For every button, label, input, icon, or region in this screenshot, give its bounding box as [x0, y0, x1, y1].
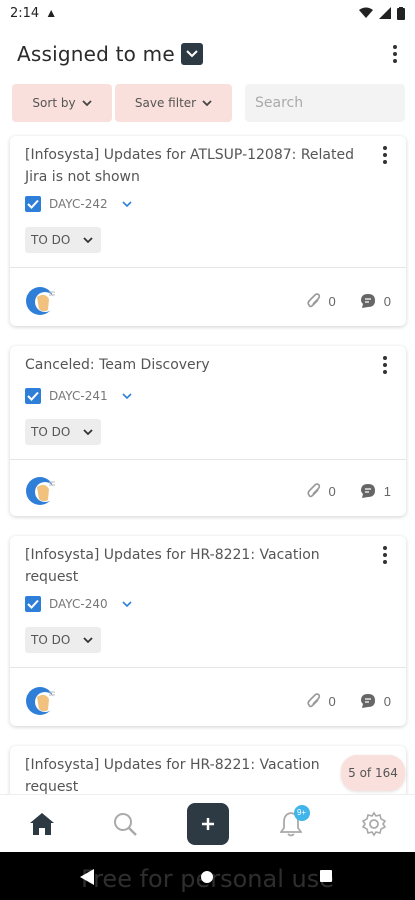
chevron-down-icon — [83, 428, 93, 435]
search-box — [245, 84, 405, 122]
nav-notifications[interactable]: 9+ — [270, 803, 312, 845]
status-bar: 2:14 ▲ — [0, 0, 415, 26]
notification-badge: 9+ — [293, 804, 310, 821]
warning-icon: ▲ — [45, 6, 58, 20]
watermark: Free for personal use — [81, 865, 334, 893]
page-title: Assigned to me — [17, 42, 175, 66]
avatar — [26, 477, 55, 505]
attachment-icon — [306, 293, 320, 308]
system-nav-bar: Free for personal use — [0, 852, 415, 900]
attachment-icon — [306, 483, 320, 498]
gear-icon — [361, 811, 386, 836]
avatar — [26, 287, 55, 315]
battery-icon — [397, 6, 405, 20]
card-counts: 0 0 — [306, 293, 391, 309]
issue-title: Canceled: Team Discovery — [25, 357, 210, 373]
chevron-down-icon — [81, 99, 92, 106]
status-label: TO DO — [31, 633, 71, 647]
chevron-down-icon — [83, 236, 93, 243]
issue-title: [Infosysta] Updates for ATLSUP-12087: Re… — [25, 147, 354, 185]
card-menu-button[interactable] — [380, 146, 390, 164]
attachment-icon — [306, 693, 320, 708]
nav-search[interactable] — [104, 803, 146, 845]
bottom-nav: 9+ — [0, 794, 415, 852]
comment-icon — [360, 484, 375, 498]
attachment-count: 0 — [328, 693, 336, 709]
home-icon — [29, 812, 54, 835]
chevron-down-icon — [186, 50, 198, 58]
status-dropdown[interactable]: TO DO — [25, 227, 101, 253]
card-menu-button[interactable] — [380, 546, 390, 564]
issue-key[interactable]: DAYC-240 — [49, 597, 108, 611]
card-counts: 0 0 — [306, 693, 391, 709]
issue-key-row: DAYC-240 — [25, 596, 132, 612]
status-label: TO DO — [31, 233, 71, 247]
issue-key[interactable]: DAYC-241 — [49, 389, 108, 403]
save-filter-label: Save filter — [134, 96, 197, 110]
status-label: TO DO — [31, 425, 71, 439]
signal-icon — [379, 7, 391, 19]
filter-dropdown-button[interactable] — [180, 43, 203, 65]
issue-title: [Infosysta] Updates for HR-8221: Vacatio… — [25, 547, 320, 585]
add-issue-button[interactable] — [186, 802, 229, 845]
checkbox-icon[interactable] — [25, 596, 41, 612]
attachment-count: 0 — [328, 483, 336, 499]
status-dropdown[interactable]: TO DO — [25, 419, 101, 445]
nav-home[interactable] — [21, 803, 63, 845]
filter-bar: Sort by Save filter — [12, 84, 405, 122]
checkbox-icon[interactable] — [25, 388, 41, 404]
chevron-down-icon — [202, 99, 212, 106]
pagination-indicator: 5 of 164 — [341, 755, 405, 791]
card-counts: 0 1 — [306, 483, 391, 499]
comment-count: 0 — [383, 293, 391, 309]
wifi-icon — [359, 7, 373, 18]
header: Assigned to me — [17, 36, 405, 72]
save-filter-button[interactable]: Save filter — [115, 84, 232, 122]
issue-key[interactable]: DAYC-242 — [49, 197, 108, 211]
sort-by-label: Sort by — [32, 96, 76, 110]
avatar — [26, 687, 55, 715]
search-icon — [113, 812, 137, 836]
chevron-down-icon[interactable] — [122, 601, 132, 607]
card-menu-button[interactable] — [380, 356, 390, 374]
nav-settings[interactable] — [353, 803, 395, 845]
plus-icon — [201, 817, 214, 830]
issue-card[interactable]: [Infosysta] Updates for HR-8221: Vacatio… — [10, 536, 406, 726]
issue-list: [Infosysta] Updates for ATLSUP-12087: Re… — [10, 136, 406, 846]
attachment-count: 0 — [328, 293, 336, 309]
status-time: 2:14 — [10, 5, 40, 21]
comment-icon — [360, 294, 375, 308]
status-dropdown[interactable]: TO DO — [25, 627, 101, 653]
sort-by-button[interactable]: Sort by — [12, 84, 112, 122]
issue-key-row: DAYC-241 — [25, 388, 132, 404]
issue-card[interactable]: [Infosysta] Updates for ATLSUP-12087: Re… — [10, 136, 406, 326]
issue-card[interactable]: Canceled: Team Discovery DAYC-241 TO DO … — [10, 346, 406, 516]
comment-count: 1 — [383, 483, 391, 499]
checkbox-icon[interactable] — [25, 196, 41, 212]
overflow-menu-button[interactable] — [385, 41, 405, 67]
issue-key-row: DAYC-242 — [25, 196, 132, 212]
chevron-down-icon — [83, 636, 93, 643]
chevron-down-icon[interactable] — [122, 201, 132, 207]
chevron-down-icon[interactable] — [122, 393, 132, 399]
issue-title: [Infosysta] Updates for HR-8221: Vacatio… — [25, 757, 320, 795]
comment-icon — [360, 694, 375, 708]
search-input[interactable] — [255, 95, 405, 111]
comment-count: 0 — [383, 693, 391, 709]
